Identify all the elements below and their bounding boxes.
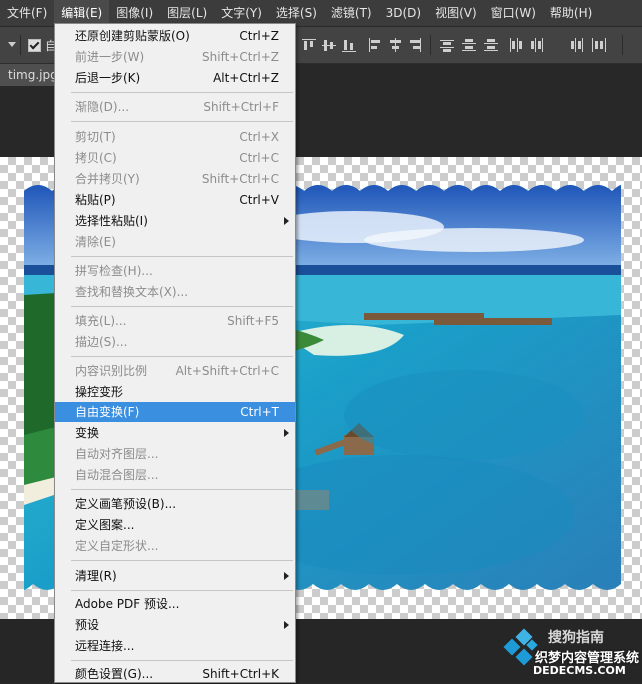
- distribute-right-edges-icon[interactable]: [570, 38, 584, 52]
- menu-item-define-brush-preset[interactable]: 定义画笔预设(B)...: [55, 494, 295, 514]
- distribute-top-edges-icon[interactable]: [440, 38, 454, 52]
- menu-item-define-pattern[interactable]: 定义图案...: [55, 515, 295, 535]
- align-horizontal-centers-icon[interactable]: [388, 38, 402, 52]
- menu-item-copy-merged: 合并拷贝(Y) Shift+Ctrl+C: [75, 172, 279, 186]
- menu-item-copy: 拷贝(C) Ctrl+C: [75, 151, 279, 165]
- menu-item-paste-special[interactable]: 选择性粘贴(I): [55, 211, 295, 231]
- menu-item-content-aware-scale: 内容识别比例 Alt+Shift+Ctrl+C: [75, 364, 279, 378]
- menu-item-adobe-pdf-presets[interactable]: Adobe PDF 预设...: [55, 594, 295, 614]
- menu-item-check-spelling: 拼写检查(H)...: [75, 264, 153, 278]
- watermark-dedecms-url: DEDECMS.COM: [533, 664, 626, 677]
- options-separator: [622, 35, 623, 55]
- distribute-horizontal-centers-icon[interactable]: [530, 38, 544, 52]
- menu-item-fill: 填充(L)... Shift+F5: [75, 314, 279, 328]
- menu-separator: [71, 489, 293, 490]
- menu-item-puppet-warp[interactable]: 操控变形: [55, 382, 295, 402]
- menu-item-step-forward: 前进一步(W) Shift+Ctrl+Z: [75, 50, 279, 64]
- submenu-arrow-icon: [284, 429, 289, 437]
- align-right-edges-icon[interactable]: [408, 38, 422, 52]
- submenu-arrow-icon: [284, 621, 289, 629]
- menu-separator: [71, 660, 293, 661]
- menu-item-presets[interactable]: 预设: [55, 615, 295, 635]
- tool-preset-dropdown-icon[interactable]: [8, 42, 16, 47]
- align-top-edges-icon[interactable]: [302, 38, 316, 52]
- submenu-arrow-icon: [284, 217, 289, 225]
- menu-item-find-replace-text: 查找和替换文本(X)...: [75, 285, 189, 299]
- menu-item-paste[interactable]: 粘贴(P) Ctrl+V: [55, 190, 295, 210]
- distribute-vertical-centers-icon[interactable]: [462, 38, 476, 52]
- menu-item-stroke: 描边(S)...: [75, 335, 128, 349]
- watermark-sogou-guide: 搜狗指南: [548, 630, 604, 646]
- menu-item-cut: 剪切(T) Ctrl+X: [75, 130, 279, 144]
- auto-select-checkbox[interactable]: [28, 39, 41, 52]
- menu-item-transform[interactable]: 变换: [55, 423, 295, 443]
- menu-item-step-backward[interactable]: 后退一步(K) Alt+Ctrl+Z: [55, 68, 295, 88]
- menu-separator: [71, 560, 293, 561]
- menu-separator: [71, 306, 293, 307]
- menu-item-color-settings[interactable]: 颜色设置(G)... Shift+Ctrl+K: [55, 664, 295, 684]
- edit-menu-dropdown: 还原创建剪贴蒙版(O) Ctrl+Z 前进一步(W) Shift+Ctrl+Z 后退…: [54, 23, 296, 683]
- menu-filter[interactable]: 滤镜(T): [324, 0, 379, 26]
- menu-separator: [71, 590, 293, 591]
- menu-separator: [71, 92, 293, 93]
- menu-item-free-transform[interactable]: 自由变换(F) Ctrl+T: [55, 402, 295, 422]
- menu-file[interactable]: 文件(F): [0, 0, 54, 26]
- menu-separator: [71, 356, 293, 357]
- menu-window[interactable]: 窗口(W): [484, 0, 543, 26]
- menu-item-remote-connections[interactable]: 远程连接...: [55, 636, 295, 656]
- menu-item-define-custom-shape: 定义自定形状...: [75, 539, 159, 553]
- align-left-edges-icon[interactable]: [368, 38, 382, 52]
- align-bottom-edges-icon[interactable]: [342, 38, 356, 52]
- menu-item-purge[interactable]: 清理(R): [55, 566, 295, 586]
- distribute-left-edges-icon[interactable]: [508, 38, 522, 52]
- align-vertical-centers-icon[interactable]: [322, 38, 336, 52]
- menu-item-fade: 渐隐(D)... Shift+Ctrl+F: [75, 100, 279, 114]
- menu-separator: [71, 256, 293, 257]
- windows-logo-icon: [503, 628, 538, 666]
- menu-help[interactable]: 帮助(H): [543, 0, 599, 26]
- menu-separator: [71, 121, 293, 122]
- distribute-bottom-edges-icon[interactable]: [484, 38, 498, 52]
- menu-item-auto-align-layers: 自动对齐图层...: [75, 447, 159, 461]
- options-separator: [20, 35, 21, 55]
- menu-item-auto-blend-layers: 自动混合图层...: [75, 468, 159, 482]
- submenu-arrow-icon: [284, 572, 289, 580]
- menu-3d[interactable]: 3D(D): [379, 0, 428, 26]
- menu-view[interactable]: 视图(V): [428, 0, 484, 26]
- options-separator: [430, 35, 431, 55]
- auto-align-layers-icon[interactable]: [592, 38, 606, 52]
- menu-item-undo[interactable]: 还原创建剪贴蒙版(O) Ctrl+Z: [55, 26, 295, 46]
- menu-item-clear: 清除(E): [75, 235, 116, 249]
